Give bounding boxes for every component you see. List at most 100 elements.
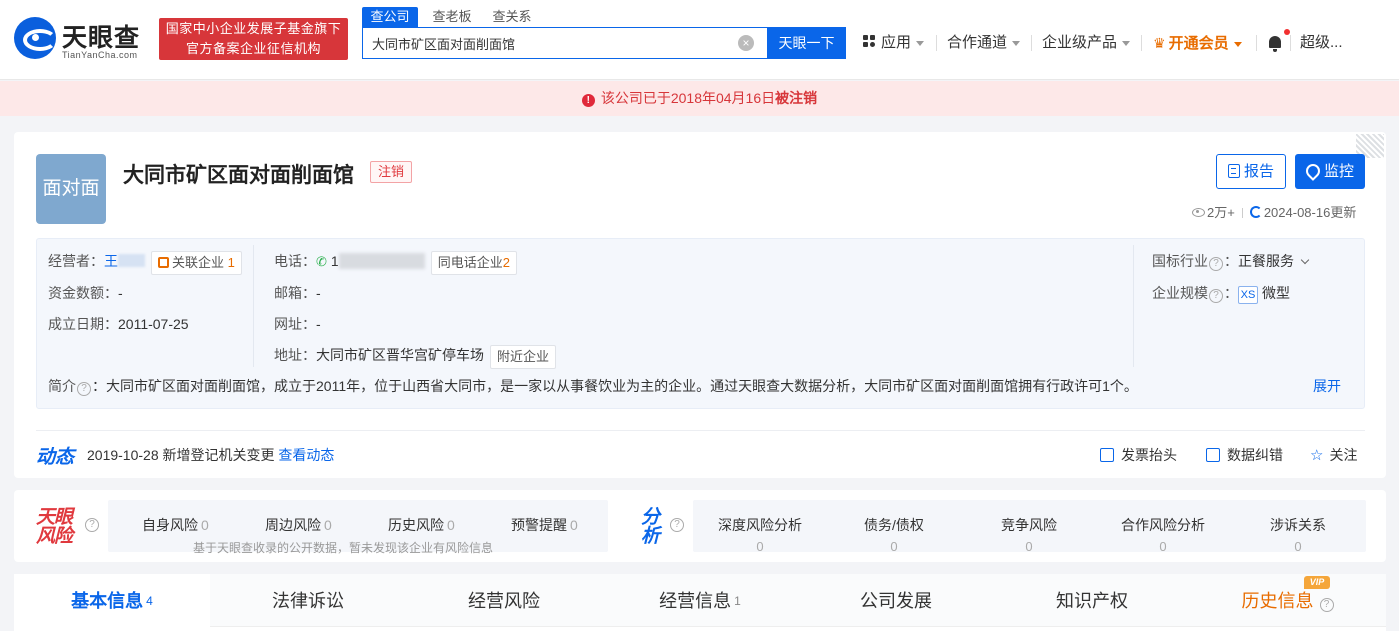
tab-business-info[interactable]: 经营信息 1 (602, 574, 798, 631)
phone-row: 电话：✆ 1 同电话企业2 (274, 251, 517, 275)
tab-litigation-label: 法律诉讼 (272, 591, 344, 611)
tab-business-risk[interactable]: 经营风险 (406, 574, 602, 631)
search-button[interactable]: 天眼一下 (767, 27, 846, 59)
tianyancha-logo[interactable]: 天眼查 TianYanCha.com (14, 17, 152, 63)
clear-icon[interactable]: × (738, 35, 754, 51)
risk-history-label: 历史风险 (388, 517, 444, 533)
help-icon[interactable]: ? (670, 518, 684, 532)
eye-icon (1192, 208, 1205, 217)
correction-button[interactable]: 数据纠错 (1206, 445, 1283, 465)
intro-row: 简介? ：大同市矿区面对面削面馆，成立于2011年，位于山西省大同市，是一家以从事… (48, 376, 1138, 396)
scale-label: 企业规模 (1152, 285, 1208, 301)
risk-self[interactable]: 自身风险 0 (142, 515, 209, 535)
industry-value[interactable]: 正餐服务 (1238, 253, 1294, 269)
report-icon (1227, 164, 1240, 178)
nav-user[interactable]: 超级... (1300, 33, 1343, 53)
intro-label: 简介 (48, 378, 76, 394)
search-input[interactable] (363, 28, 733, 58)
analysis-litigation-count: 0 (1294, 539, 1302, 554)
help-icon[interactable]: ? (1319, 598, 1334, 612)
analysis-cooperation[interactable]: 合作风险分析 (1103, 515, 1223, 535)
invoice-label: 发票抬头 (1121, 447, 1177, 463)
tab-history[interactable]: 历史信息 ? (1190, 574, 1386, 631)
risk-history-count: 0 (447, 517, 455, 533)
analysis-deep[interactable]: 深度风险分析 (700, 515, 820, 535)
invoice-button[interactable]: 发票抬头 (1100, 445, 1177, 465)
company-card: 面对面 大同市矿区面对面削面馆 注销 报告 监控 2万+ 2024-08-16更新… (14, 132, 1386, 478)
expand-link[interactable]: 展开 (1313, 376, 1341, 396)
help-icon[interactable]: ? (1209, 257, 1223, 271)
chevron-down-icon (1012, 40, 1021, 46)
gov-badge-line1: 国家中小企业发展子基金旗下 (165, 21, 342, 36)
operator-name[interactable]: 王 (104, 253, 118, 269)
logo-domain: TianYanCha.com (62, 50, 138, 60)
view-dynamics-link[interactable]: 查看动态 (278, 447, 334, 463)
help-icon[interactable]: ? (77, 382, 91, 396)
email-label: 邮箱： (274, 285, 316, 301)
tab-litigation[interactable]: 法律诉讼 (210, 574, 406, 631)
risk-surrounding-count: 0 (324, 517, 332, 533)
nav-apps-label: 应用 (881, 34, 912, 51)
alert-icon: ! (581, 94, 595, 107)
same-phone-button[interactable]: 同电话企业2 (430, 251, 517, 275)
scale-badge: XS (1238, 286, 1258, 304)
risk-warning[interactable]: 预警提醒 0 (511, 515, 578, 535)
related-companies-button[interactable]: 关联企业 1 (151, 251, 242, 275)
refresh-icon (1249, 206, 1262, 218)
meta-row: 2万+ 2024-08-16更新 (1192, 202, 1366, 221)
search-box: × (362, 27, 768, 59)
divider (1256, 35, 1257, 51)
info-panel: 经营者：王 关联企业 1 资金数额：- 成立日期：2011-07-25 电话：✆ 1… (36, 238, 1365, 409)
risk-surrounding-label: 周边风险 (265, 517, 321, 533)
divider (36, 430, 1365, 431)
tab-development[interactable]: 公司发展 (798, 574, 994, 631)
bell-icon[interactable] (1266, 33, 1284, 53)
industry-row: 国标行业? ：正餐服务 (1152, 251, 1310, 271)
report-button[interactable]: 报告 (1216, 154, 1286, 189)
tab-ip[interactable]: 知识产权 (994, 574, 1190, 631)
nearby-companies-button[interactable]: 附近企业 (490, 345, 557, 369)
tab-search-boss[interactable]: 查老板 (424, 7, 480, 27)
dynamics-row: 2019-10-28 新增登记机关变更 查看动态 (87, 445, 334, 465)
chevron-down-icon[interactable] (1300, 255, 1310, 265)
nav-cooperation-label: 合作通道 (947, 34, 1008, 51)
risk-note: 基于天眼查收录的公开数据，暂未发现该企业有风险信息 (193, 541, 494, 555)
correction-label: 数据纠错 (1227, 447, 1283, 463)
website-row: 网址：- (274, 314, 321, 334)
status-badge: 注销 (370, 161, 412, 183)
help-icon[interactable]: ? (1209, 289, 1223, 303)
website-value: - (316, 316, 321, 332)
gov-badge-line2: 官方备案企业征信机构 (185, 41, 321, 56)
tab-search-company[interactable]: 查公司 (362, 7, 418, 27)
nav-enterprise[interactable]: 企业级产品 (1042, 33, 1131, 53)
tab-basic-info[interactable]: 基本信息 4 (14, 574, 210, 631)
monitor-label: 监控 (1323, 163, 1354, 180)
risk-self-count: 0 (201, 517, 209, 533)
follow-button[interactable]: ☆ 关注 (1310, 445, 1357, 465)
risk-logo-line2: 风险 (36, 526, 73, 547)
monitor-button[interactable]: 监控 (1295, 154, 1365, 189)
analysis-competition[interactable]: 竞争风险 (969, 515, 1089, 535)
nav-cooperation[interactable]: 合作通道 (947, 33, 1021, 53)
dynamics-title: 动态 (36, 447, 75, 468)
nav-vip[interactable]: ♛ 开通会员 (1153, 33, 1242, 53)
report-label: 报告 (1243, 163, 1274, 180)
tab-business-risk-label: 经营风险 (468, 591, 540, 611)
masked-phone (338, 253, 425, 269)
section-tabs: 基本信息 4 法律诉讼 经营风险 经营信息 1 公司发展 知识产权 历史信息 ? V… (14, 574, 1386, 631)
tab-history-label: 历史信息 (1241, 591, 1314, 611)
tab-search-relation[interactable]: 查关系 (484, 7, 540, 27)
alert-prefix: 该公司已于2018年04月16日 (600, 90, 776, 106)
nav-apps[interactable]: 应用 (863, 33, 925, 53)
tab-business-info-label: 经营信息 (659, 591, 732, 611)
email-row: 邮箱：- (274, 283, 321, 303)
chevron-down-icon (1122, 40, 1131, 46)
help-icon[interactable]: ? (85, 518, 99, 532)
phone-label: 电话： (274, 253, 316, 269)
analysis-litigation[interactable]: 涉诉关系 (1238, 515, 1358, 535)
divider (936, 35, 937, 51)
risk-history[interactable]: 历史风险 0 (388, 515, 455, 535)
analysis-debt[interactable]: 债务/债权 (834, 515, 954, 535)
risk-surrounding[interactable]: 周边风险 0 (265, 515, 332, 535)
invoice-icon (1100, 448, 1114, 462)
